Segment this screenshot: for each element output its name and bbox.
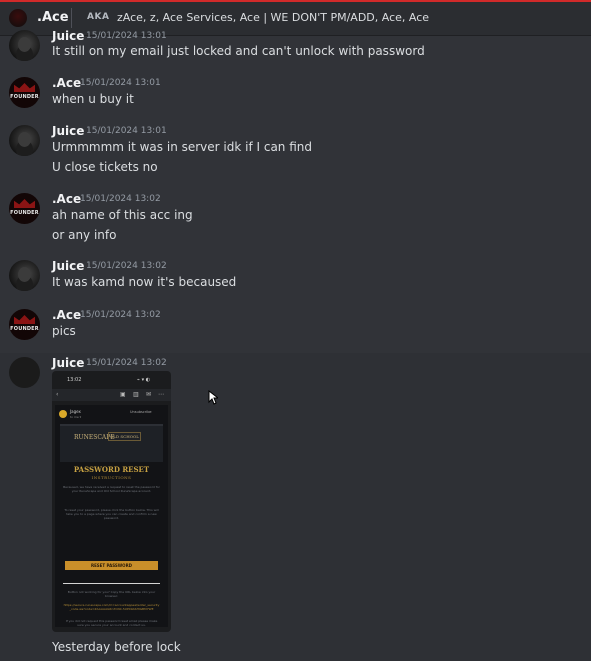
avatar[interactable]: FOUNDER bbox=[9, 77, 40, 108]
unsubscribe-link: Unsubscribe bbox=[130, 410, 152, 414]
crown-icon bbox=[14, 315, 35, 324]
email-instructions: To reset your password, please click the… bbox=[64, 508, 159, 520]
message-timestamp: 15/01/2024 13:01 bbox=[80, 78, 161, 88]
delete-icon: ▥ bbox=[133, 391, 139, 398]
message: FOUNDER .Ace 15/01/2024 13:02 pics bbox=[0, 305, 591, 349]
author-name[interactable]: Juice bbox=[52, 356, 84, 370]
author-name[interactable]: .Ace bbox=[52, 308, 81, 322]
author-name[interactable]: .Ace bbox=[52, 192, 81, 206]
avatar[interactable]: FOUNDER bbox=[9, 309, 40, 340]
email-footer: If you did not request this password res… bbox=[65, 619, 158, 627]
sender-avatar bbox=[59, 410, 67, 418]
message-text: U close tickets no bbox=[52, 160, 158, 174]
message: FOUNDER .Ace 15/01/2024 13:02 ah name of… bbox=[0, 189, 591, 249]
message-timestamp: 15/01/2024 13:02 bbox=[80, 310, 161, 320]
message: Juice 15/01/2024 13:02 It was kamd now i… bbox=[0, 256, 591, 300]
message-text: when u buy it bbox=[52, 92, 134, 106]
message-text: It still on my email just locked and can… bbox=[52, 44, 425, 58]
message-timestamp: 15/01/2024 13:02 bbox=[86, 261, 167, 271]
email-body: Jagex to me ▾ Unsubscribe RUNESCAPE OLD … bbox=[55, 405, 168, 627]
author-name[interactable]: Juice bbox=[52, 29, 84, 43]
avatar[interactable] bbox=[9, 30, 40, 61]
avatar[interactable] bbox=[9, 357, 40, 388]
message-text: or any info bbox=[52, 228, 117, 242]
message: FOUNDER .Ace 15/01/2024 13:01 when u buy… bbox=[0, 73, 591, 117]
email-recipient: to me ▾ bbox=[70, 415, 82, 419]
phone-status-icons: ⌁ ▾ ◐ bbox=[137, 377, 151, 383]
avatar[interactable] bbox=[9, 260, 40, 291]
email-subtitle: INSTRUCTIONS bbox=[91, 475, 132, 480]
more-icon: ⋯ bbox=[158, 391, 164, 398]
message-timestamp: 15/01/2024 13:02 bbox=[86, 358, 167, 368]
founder-badge-text: FOUNDER bbox=[10, 210, 39, 216]
message: Juice 15/01/2024 13:01 Urmmmmm it was in… bbox=[0, 121, 591, 181]
message: Juice 15/01/2024 13:01 It still on my em… bbox=[0, 20, 591, 66]
reset-url: https://secure.runescape.com/m=accountap… bbox=[63, 603, 160, 611]
message-timestamp: 15/01/2024 13:01 bbox=[86, 31, 167, 41]
message-timestamp: 15/01/2024 13:01 bbox=[86, 126, 167, 136]
avatar[interactable]: FOUNDER bbox=[9, 193, 40, 224]
message-text: pics bbox=[52, 324, 76, 338]
header-accent-line bbox=[0, 0, 591, 2]
founder-badge-text: FOUNDER bbox=[10, 94, 39, 100]
crown-icon bbox=[14, 199, 35, 208]
mouse-cursor-icon bbox=[208, 390, 218, 405]
email-divider bbox=[63, 583, 160, 584]
phone-status-time: 13:02 bbox=[67, 377, 82, 383]
message-timestamp: 15/01/2024 13:02 bbox=[80, 194, 161, 204]
message-text: Yesterday before lock bbox=[52, 640, 181, 654]
avatar[interactable] bbox=[9, 125, 40, 156]
message-text: It was kamd now it's becaused bbox=[52, 275, 237, 289]
message-text: Urmmmmm it was in server idk if I can fi… bbox=[52, 140, 313, 154]
mail-icon: ✉ bbox=[146, 391, 152, 398]
email-fallback-text: Button not working for you? Copy the URL… bbox=[67, 590, 156, 598]
mail-toolbar: ‹ ▣ ▥ ✉ ⋯ bbox=[52, 389, 171, 401]
back-icon: ‹ bbox=[56, 391, 59, 398]
author-name[interactable]: .Ace bbox=[52, 76, 81, 90]
email-greeting: Becaused, we have received a request to … bbox=[63, 485, 160, 493]
author-name[interactable]: Juice bbox=[52, 124, 84, 138]
message-text: ah name of this acc ing bbox=[52, 208, 193, 222]
archive-icon: ▣ bbox=[120, 391, 126, 398]
founder-badge-text: FOUNDER bbox=[10, 326, 39, 332]
image-attachment[interactable]: 13:02 ⌁ ▾ ◐ ‹ ▣ ▥ ✉ ⋯ Jagex to me ▾ Unsu… bbox=[52, 371, 171, 632]
email-sender: Jagex bbox=[70, 409, 81, 414]
email-title: PASSWORD RESET bbox=[73, 465, 150, 474]
email-banner: RUNESCAPE OLD SCHOOL bbox=[60, 424, 163, 462]
author-name[interactable]: Juice bbox=[52, 259, 84, 273]
oldschool-logo: OLD SCHOOL bbox=[108, 432, 141, 441]
reset-password-button: RESET PASSWORD bbox=[65, 561, 158, 570]
crown-icon bbox=[14, 83, 35, 92]
